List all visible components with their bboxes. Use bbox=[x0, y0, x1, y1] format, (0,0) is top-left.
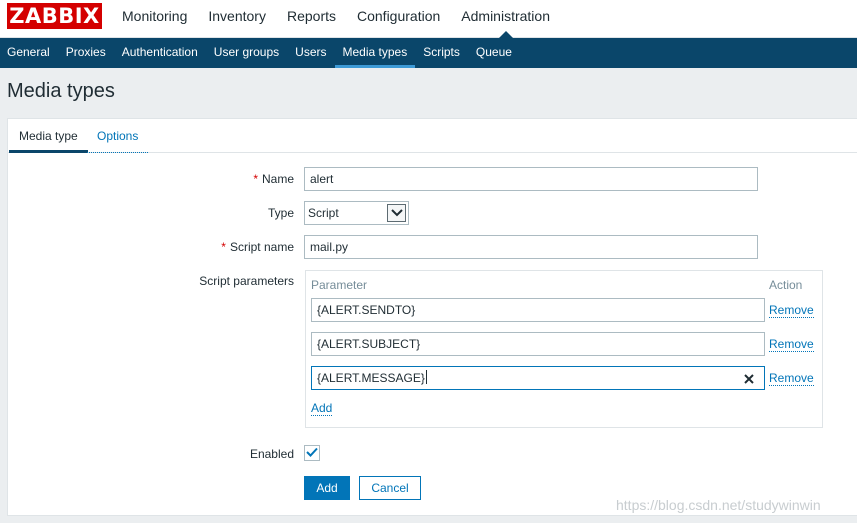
submenu-users[interactable]: Users bbox=[287, 38, 334, 68]
watermark: https://blog.csdn.net/studywinwin bbox=[616, 497, 821, 513]
remove-parameter-link[interactable]: Remove bbox=[769, 337, 814, 352]
submenu-scripts[interactable]: Scripts bbox=[415, 38, 468, 68]
page-title: Media types bbox=[7, 80, 115, 102]
name-label: * Name bbox=[253, 172, 294, 186]
menu-administration[interactable]: Administration bbox=[461, 0, 550, 38]
submenu-user-groups[interactable]: User groups bbox=[206, 38, 287, 68]
zabbix-page: ZABBIX Monitoring Inventory Reports Conf… bbox=[0, 0, 857, 523]
parameter-input-message[interactable]: {ALERT.MESSAGE} bbox=[311, 366, 765, 390]
menu-inventory[interactable]: Inventory bbox=[208, 0, 266, 38]
add-button[interactable]: Add bbox=[304, 476, 350, 500]
submenu-queue[interactable]: Queue bbox=[468, 38, 520, 68]
menu-configuration[interactable]: Configuration bbox=[357, 0, 440, 38]
tab-media-type[interactable]: Media type bbox=[9, 119, 88, 153]
submenu-authentication[interactable]: Authentication bbox=[114, 38, 206, 68]
type-select-value: Script bbox=[308, 206, 339, 220]
name-input[interactable]: alert bbox=[304, 167, 758, 191]
parameter-column-header: Parameter bbox=[311, 278, 368, 292]
script-parameters-table: Parameter Action {ALERT.SENDTO} Remove {… bbox=[305, 270, 823, 428]
script-parameters-label: Script parameters bbox=[199, 274, 294, 288]
main-menu: Monitoring Inventory Reports Configurati… bbox=[122, 0, 571, 38]
required-marker: * bbox=[253, 172, 258, 186]
action-column-header: Action bbox=[769, 278, 803, 292]
tab-options[interactable]: Options bbox=[87, 119, 149, 153]
media-type-form-panel: Media type Options * Name alert Type Scri… bbox=[7, 118, 857, 516]
add-parameter-link[interactable]: Add bbox=[311, 401, 333, 416]
text-caret bbox=[425, 370, 427, 384]
remove-parameter-link[interactable]: Remove bbox=[769, 303, 814, 318]
type-label: Type bbox=[267, 206, 294, 220]
checkmark-icon bbox=[306, 446, 318, 460]
close-icon[interactable] bbox=[742, 371, 756, 385]
cancel-button[interactable]: Cancel bbox=[359, 476, 421, 500]
menu-monitoring[interactable]: Monitoring bbox=[122, 0, 187, 38]
submenu-media-types[interactable]: Media types bbox=[334, 38, 416, 68]
sub-menu: General Proxies Authentication User grou… bbox=[0, 38, 520, 68]
script-name-label: * Script name bbox=[221, 240, 294, 254]
parameter-input-message-value: {ALERT.MESSAGE} bbox=[317, 371, 425, 385]
enabled-checkbox[interactable] bbox=[304, 445, 320, 461]
submenu-proxies[interactable]: Proxies bbox=[58, 38, 114, 68]
submenu-general[interactable]: General bbox=[0, 38, 58, 68]
zabbix-logo[interactable]: ZABBIX bbox=[7, 3, 102, 29]
enabled-label: Enabled bbox=[249, 447, 294, 461]
required-marker: * bbox=[221, 240, 226, 254]
parameter-input-sendto[interactable]: {ALERT.SENDTO} bbox=[311, 298, 765, 322]
form-tabs: Media type Options bbox=[8, 119, 857, 153]
sub-menu-bar: General Proxies Authentication User grou… bbox=[0, 38, 857, 68]
remove-parameter-link[interactable]: Remove bbox=[769, 371, 814, 386]
parameter-input-subject[interactable]: {ALERT.SUBJECT} bbox=[311, 332, 765, 356]
script-name-input[interactable]: mail.py bbox=[304, 235, 758, 259]
type-select[interactable]: Script bbox=[304, 201, 409, 225]
top-header: ZABBIX Monitoring Inventory Reports Conf… bbox=[0, 0, 857, 38]
chevron-down-icon[interactable] bbox=[387, 204, 406, 222]
menu-reports[interactable]: Reports bbox=[287, 0, 336, 38]
